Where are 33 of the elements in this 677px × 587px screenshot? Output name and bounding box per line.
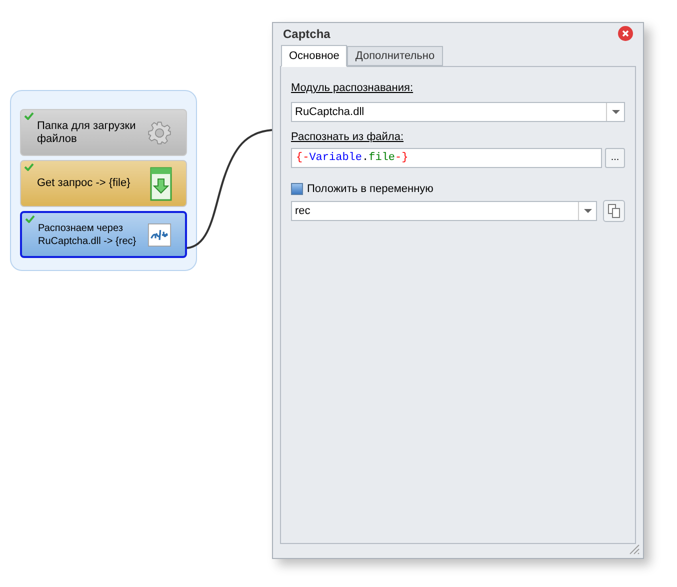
field-label: Распознать из файла: [291,130,405,146]
resize-grip-icon [629,544,640,555]
module-dropdown[interactable]: RuCaptcha.dll [291,102,625,122]
dropdown-value: RuCaptcha.dll [294,105,364,120]
field-label: Модуль распознавания: [291,80,414,96]
action-node[interactable]: Распознаем через RuCaptcha.dll -> {rec} [20,211,187,258]
browse-button[interactable]: ... [605,148,625,168]
variable-token: Variable [309,150,362,166]
copy-icon [608,204,620,218]
action-node[interactable]: Папка для загрузки файлов [20,109,187,156]
tab[interactable]: Дополнительно [347,46,443,66]
node-label: Распознаем через RuCaptcha.dll -> {rec} [38,222,138,248]
variable-token: {- [296,150,310,166]
tab[interactable]: Основное [281,44,348,67]
copy-button[interactable] [603,200,625,222]
variable-token: . [362,150,369,166]
dropdown-arrow-icon [584,209,592,214]
action-node[interactable]: Get запрос -> {file} [20,160,187,207]
checkbox-label: Положить в переменную [307,182,434,197]
close-button[interactable] [618,26,633,42]
dropdown-value: rec [294,204,310,220]
variable-token: file [368,150,396,166]
variable-token: -} [395,150,408,166]
close-icon [622,30,629,38]
captcha-image-icon [148,220,171,248]
node-label: Папка для загрузки файлов [37,120,137,146]
file-path-field[interactable]: {-Variable.file-} [291,148,602,168]
download-icon [150,166,172,200]
node-label: Get запрос -> {file} [37,177,130,190]
checkbox[interactable] [291,183,303,196]
dialog-title: Captcha [283,26,330,43]
variable-dropdown[interactable]: rec [291,201,597,222]
dropdown-arrow-icon [612,110,620,114]
